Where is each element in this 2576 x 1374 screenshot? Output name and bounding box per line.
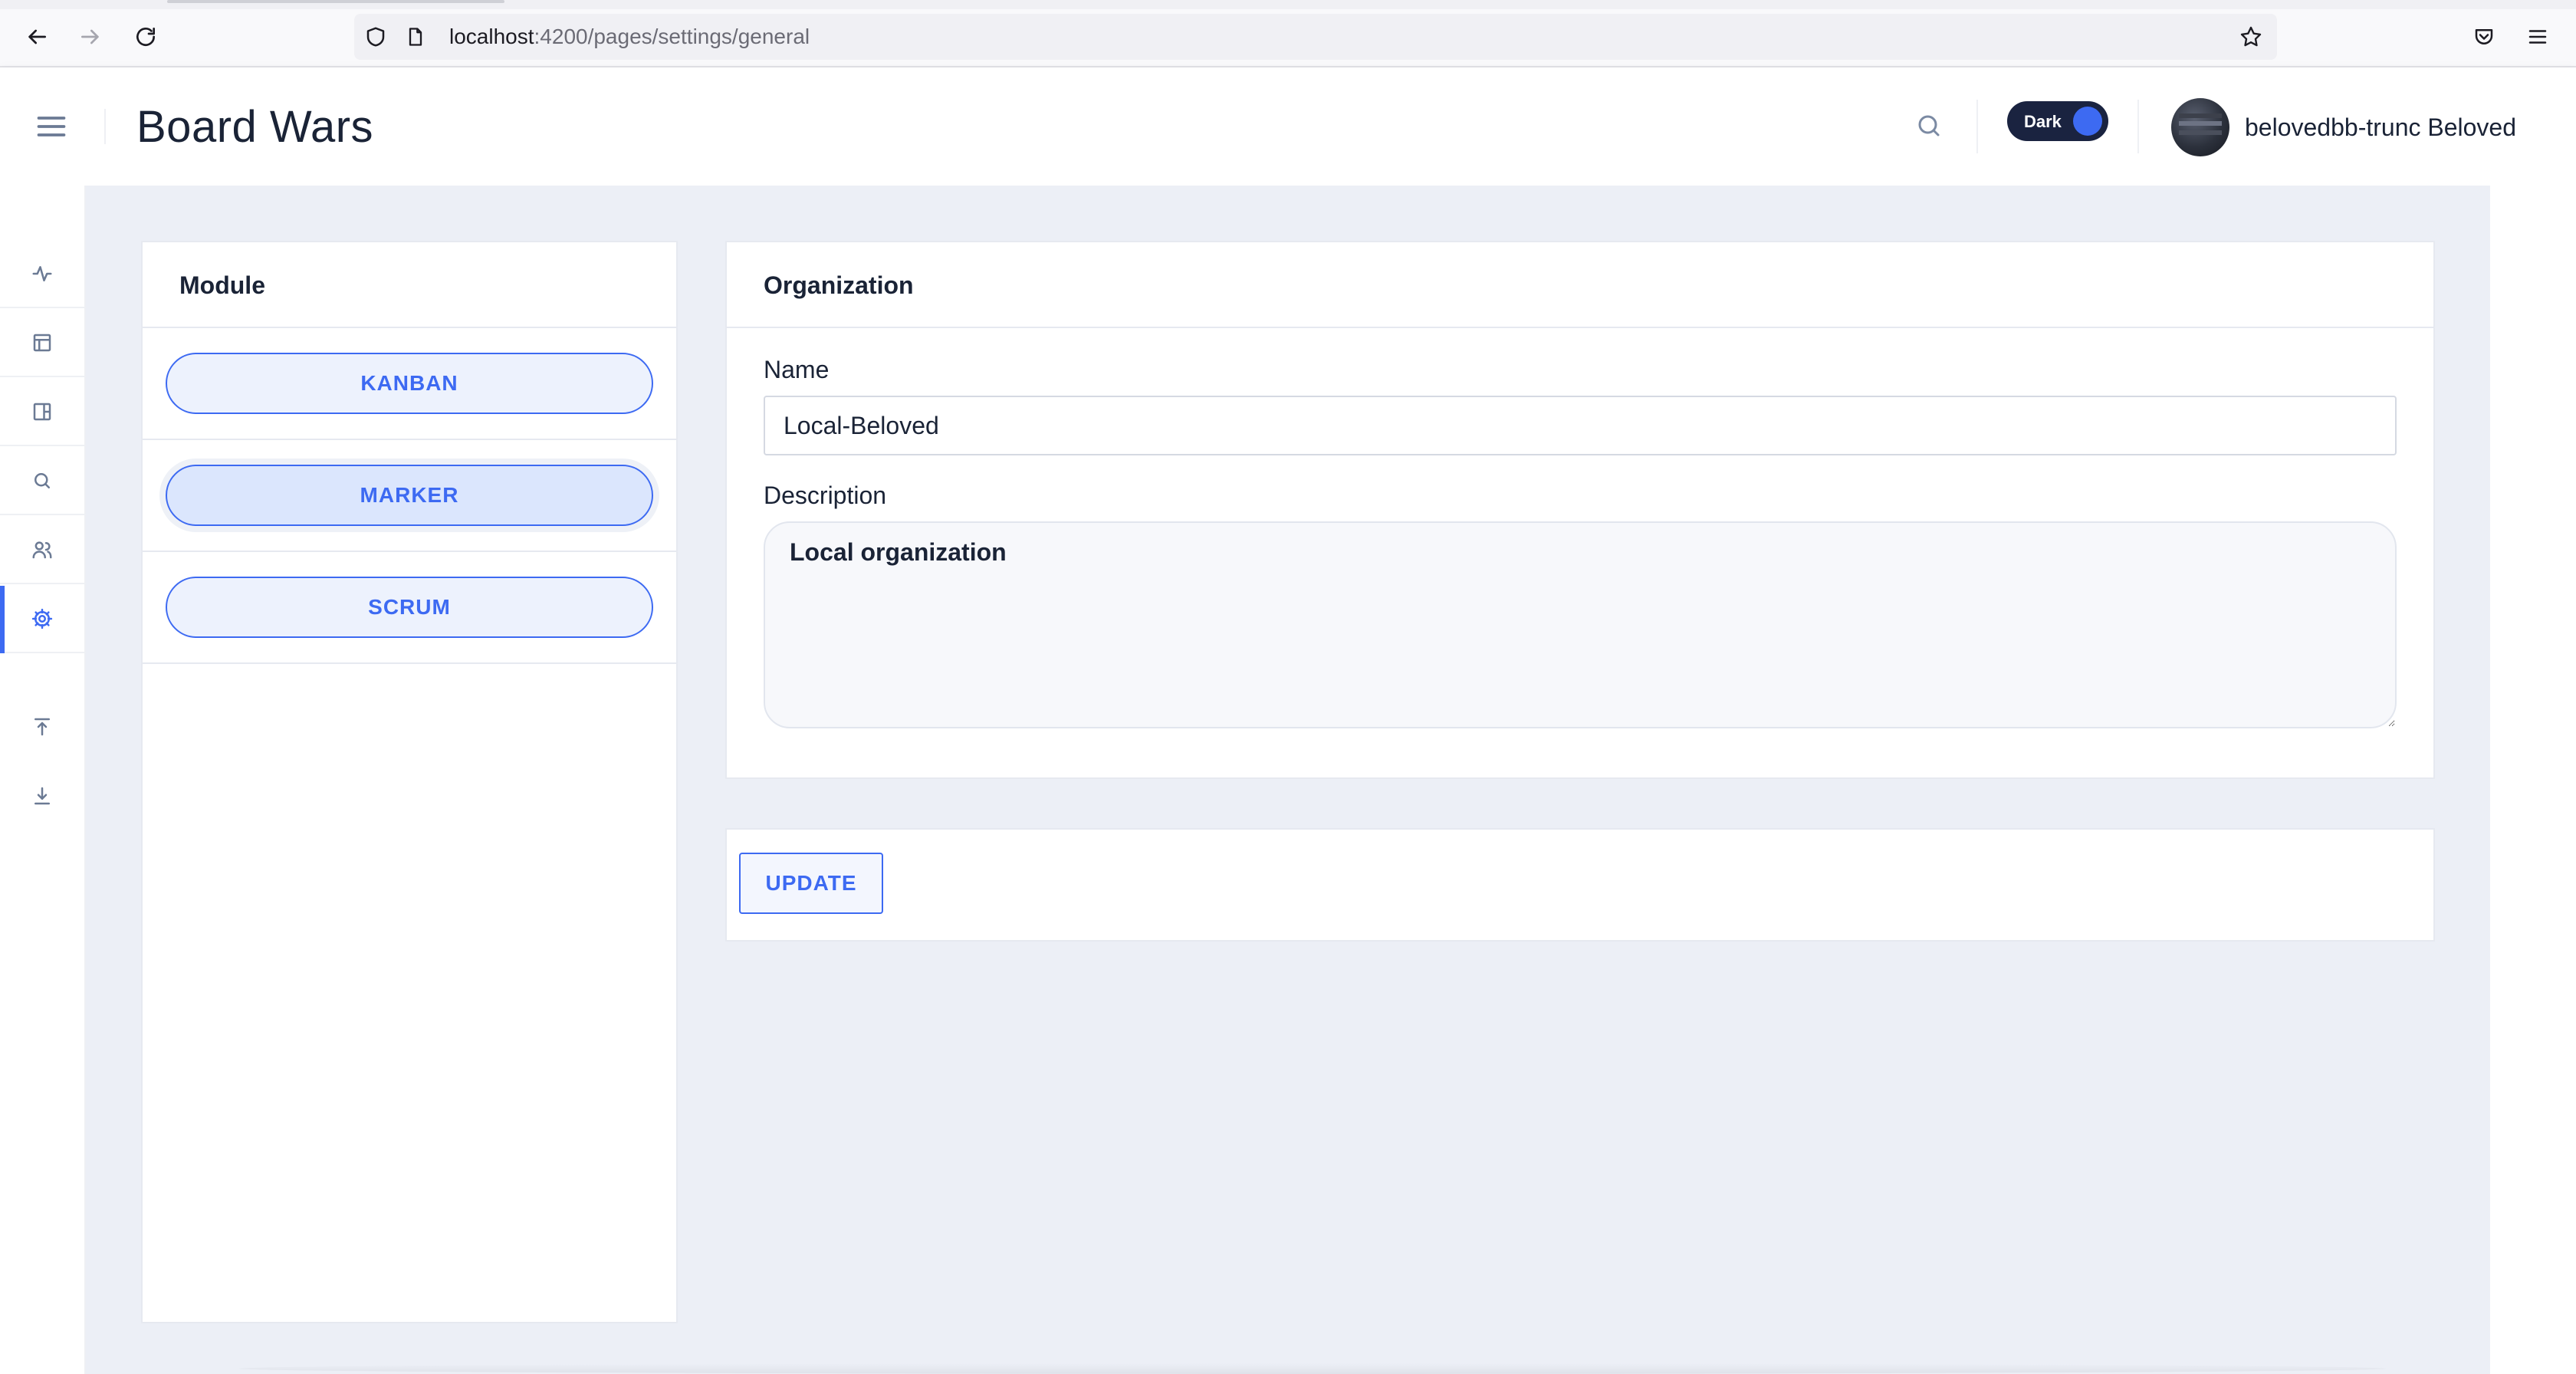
- url-bar[interactable]: localhost:4200/pages/settings/general: [354, 14, 2277, 60]
- organization-card-title: Organization: [764, 271, 914, 299]
- name-label: Name: [764, 356, 830, 383]
- theme-toggle[interactable]: Dark: [2007, 101, 2108, 141]
- upload-icon: [31, 715, 54, 738]
- sidebar-item-download[interactable]: [0, 762, 84, 830]
- browser-toolbar: localhost:4200/pages/settings/general: [0, 0, 2576, 67]
- name-input[interactable]: [764, 396, 2397, 455]
- sidebar-item-activity[interactable]: [0, 241, 84, 308]
- sidebar-item-search[interactable]: [0, 448, 84, 515]
- search-icon[interactable]: [1914, 110, 1944, 141]
- user-name[interactable]: belovedbb-trunc Beloved: [2245, 113, 2516, 142]
- gear-icon: [31, 607, 54, 630]
- module-card: Module KANBAN MARKER SCRUM: [141, 241, 678, 1323]
- module-card-header: Module: [143, 242, 676, 328]
- page-icon: [403, 25, 428, 49]
- sidebar-item-upload[interactable]: [0, 693, 84, 761]
- theme-toggle-label: Dark: [2024, 112, 2062, 131]
- layout-icon: [31, 331, 54, 354]
- right-gutter: [2490, 186, 2576, 1374]
- main-content: Module KANBAN MARKER SCRUM Organization …: [86, 186, 2490, 1374]
- organization-card-header: Organization: [727, 242, 2433, 328]
- sidebar-item-users[interactable]: [0, 517, 84, 584]
- module-row: SCRUM: [143, 552, 676, 664]
- header-divider: [2137, 100, 2139, 153]
- url-path: :4200/pages/settings/general: [534, 25, 810, 48]
- users-icon: [31, 538, 54, 561]
- header-divider: [1976, 100, 1978, 153]
- module-kanban-button[interactable]: KANBAN: [166, 353, 653, 414]
- module-scrum-button[interactable]: SCRUM: [166, 577, 653, 638]
- organization-card: Organization Name Description Local orga…: [725, 241, 2435, 779]
- download-icon: [31, 784, 54, 807]
- board-icon: [31, 400, 54, 423]
- avatar[interactable]: [2171, 98, 2229, 156]
- reload-icon[interactable]: [130, 21, 161, 52]
- header-divider: [104, 109, 106, 144]
- url-host: localhost: [449, 25, 534, 48]
- update-card: UPDATE: [725, 828, 2435, 942]
- module-card-title: Module: [179, 271, 265, 299]
- description-label: Description: [764, 482, 887, 509]
- sidebar-item-layout[interactable]: [0, 310, 84, 377]
- shield-icon[interactable]: [363, 25, 388, 49]
- tab-indicator: [167, 0, 504, 3]
- toggle-knob: [2073, 107, 2102, 136]
- module-marker-button[interactable]: MARKER: [166, 465, 653, 526]
- sidebar-item-settings[interactable]: [0, 586, 84, 653]
- update-button[interactable]: UPDATE: [739, 853, 883, 914]
- module-row: KANBAN: [143, 328, 676, 440]
- activity-icon: [31, 262, 54, 285]
- sidebar-item-board[interactable]: [0, 379, 84, 446]
- search-icon: [31, 469, 54, 492]
- bookmark-star-icon[interactable]: [2239, 25, 2263, 49]
- hamburger-menu-icon[interactable]: [34, 109, 69, 144]
- sidebar: [0, 186, 86, 1374]
- back-arrow-icon[interactable]: [21, 21, 52, 52]
- page-title: Board Wars: [136, 102, 374, 152]
- forward-arrow-icon[interactable]: [75, 21, 106, 52]
- app-header: Board Wars Dark belovedbb-trunc Beloved: [0, 67, 2576, 186]
- module-row: MARKER: [143, 440, 676, 552]
- app-menu-icon[interactable]: [2522, 21, 2553, 52]
- pocket-icon[interactable]: [2469, 21, 2499, 52]
- footer-shadow: [239, 1363, 2386, 1374]
- url-text[interactable]: localhost:4200/pages/settings/general: [449, 25, 810, 49]
- description-textarea[interactable]: Local organization: [764, 521, 2397, 728]
